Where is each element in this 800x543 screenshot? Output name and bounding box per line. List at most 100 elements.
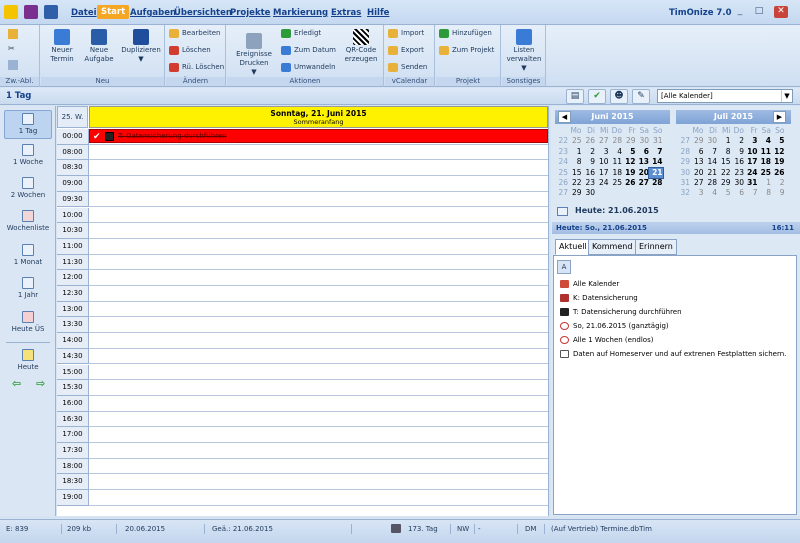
chevron-down-icon[interactable]: ▼: [781, 90, 792, 102]
calendar-day[interactable]: 9: [731, 147, 744, 157]
calendar-day[interactable]: 16: [582, 168, 595, 178]
time-slot[interactable]: [57, 239, 548, 255]
calendar-day[interactable]: 24: [744, 168, 757, 178]
time-slot[interactable]: [57, 365, 548, 381]
edit-button[interactable]: Bearbeiten: [169, 28, 220, 39]
calendar-day[interactable]: 28: [649, 178, 662, 188]
save-icon[interactable]: [24, 5, 38, 19]
event-item[interactable]: ✔ T: Datensicherung durchführen: [89, 129, 548, 143]
calendar-day[interactable]: 4: [758, 136, 771, 146]
calendar-day[interactable]: 1: [568, 147, 582, 157]
info-subtab[interactable]: A: [557, 260, 571, 274]
close-icon[interactable]: ✕: [774, 6, 788, 18]
time-slot[interactable]: [57, 333, 548, 349]
calendar-day[interactable]: 6: [731, 188, 744, 198]
calendar-day[interactable]: 30: [636, 136, 649, 146]
qrcode-button[interactable]: QR-Code erzeugen: [341, 29, 381, 64]
calendar-day[interactable]: 8: [717, 147, 731, 157]
calendar-day[interactable]: 19: [771, 157, 784, 167]
calendar-day[interactable]: 1: [717, 136, 731, 146]
calendar-day[interactable]: 3: [595, 147, 609, 157]
time-slot[interactable]: [57, 286, 548, 302]
manage-lists-button[interactable]: Listen verwalten ▼: [504, 29, 544, 73]
calendar-day[interactable]: 4: [609, 147, 622, 157]
calendar-day[interactable]: 11: [758, 147, 771, 157]
calendar-day[interactable]: 29: [568, 188, 582, 198]
calendar-day[interactable]: 17: [744, 157, 757, 167]
to-project-button[interactable]: Zum Projekt: [439, 45, 494, 56]
calendar-day[interactable]: 31: [744, 178, 757, 188]
calendar-day[interactable]: 25: [758, 168, 771, 178]
paste-icon[interactable]: [8, 29, 18, 39]
calendar-day[interactable]: 5: [622, 147, 635, 157]
time-slot[interactable]: [57, 176, 548, 192]
calendar-day[interactable]: 26: [771, 168, 784, 178]
menu-markierung[interactable]: Markierung: [273, 8, 328, 18]
calendar-day[interactable]: 5: [771, 136, 784, 146]
add-to-project-button[interactable]: Hinzufügen: [439, 28, 492, 39]
time-slot[interactable]: [57, 380, 548, 396]
print-events-button[interactable]: Ereignisse Drucken ▼: [230, 33, 278, 77]
cut-icon[interactable]: ✂: [8, 44, 18, 54]
time-slot[interactable]: [57, 317, 548, 334]
calendar-day[interactable]: 15: [568, 168, 582, 178]
time-slot[interactable]: [57, 490, 548, 506]
calendar-day[interactable]: 20: [690, 168, 704, 178]
new-appointment-button[interactable]: Neuer Termin: [44, 29, 80, 64]
nav-1-jahr[interactable]: 1 Jahr: [4, 277, 52, 300]
menu-datei[interactable]: Datei: [71, 8, 97, 18]
nav-2-wochen[interactable]: 2 Wochen: [4, 177, 52, 200]
calendar-day[interactable]: 27: [690, 178, 704, 188]
menu-aufgaben[interactable]: Aufgaben: [130, 8, 176, 18]
calendar-day[interactable]: 27: [636, 178, 649, 188]
menu-uebersichten[interactable]: Übersichten: [174, 8, 232, 18]
calendar-day[interactable]: 2: [582, 147, 595, 157]
calendar-day[interactable]: 9: [771, 188, 785, 198]
calendar-day[interactable]: 26: [582, 136, 595, 146]
calendar-day[interactable]: 23: [731, 168, 744, 178]
calendar-day[interactable]: 29: [622, 136, 636, 146]
calendar-day[interactable]: [595, 188, 609, 198]
calendar-day[interactable]: 31: [649, 136, 663, 146]
calendar-day[interactable]: 2: [731, 136, 744, 146]
calendar-day[interactable]: 7: [649, 147, 662, 157]
calendar-day[interactable]: 22: [717, 168, 731, 178]
calendar-day[interactable]: 30: [704, 136, 717, 146]
calendar-day[interactable]: 7: [744, 188, 758, 198]
calendar-day[interactable]: 28: [704, 178, 717, 188]
tab-erinnern[interactable]: Erinnern: [635, 239, 677, 255]
time-slot[interactable]: [57, 192, 548, 208]
time-slot[interactable]: [57, 302, 548, 318]
calendar-day[interactable]: 27: [595, 136, 609, 146]
calendar-day[interactable]: 20: [636, 168, 649, 178]
time-slot[interactable]: [57, 145, 548, 161]
time-slot[interactable]: [57, 474, 548, 491]
menu-extras[interactable]: Extras: [331, 8, 361, 18]
app-logo-icon[interactable]: [4, 5, 18, 19]
time-slot[interactable]: [57, 349, 548, 365]
calendar-day[interactable]: 23: [582, 178, 595, 188]
done-button[interactable]: Erledigt: [281, 28, 321, 39]
convert-button[interactable]: Umwandeln: [281, 62, 336, 73]
time-slot[interactable]: [57, 443, 548, 459]
calendar-day[interactable]: 8: [758, 188, 771, 198]
time-slot[interactable]: [57, 160, 548, 177]
export-button[interactable]: Export: [388, 45, 424, 56]
calendar-day[interactable]: 15: [717, 157, 731, 167]
time-slot[interactable]: [57, 412, 548, 428]
calendar-day[interactable]: 6: [690, 147, 704, 157]
calendar-day[interactable]: 30: [731, 178, 744, 188]
edit-view-button[interactable]: ✎: [632, 89, 650, 104]
send-button[interactable]: Senden: [388, 62, 427, 73]
nav-1-monat[interactable]: 1 Monat: [4, 244, 52, 267]
calendar-day[interactable]: 13: [690, 157, 704, 167]
calendar-day[interactable]: 14: [649, 157, 662, 167]
calendar-day[interactable]: 21: [704, 168, 717, 178]
calendar-day[interactable]: 14: [704, 157, 717, 167]
delete-button[interactable]: Löschen: [169, 45, 211, 56]
calendar-day[interactable]: 1: [758, 178, 771, 188]
time-slot[interactable]: [57, 427, 548, 443]
next-month-button[interactable]: ▶: [773, 111, 786, 123]
calendar-day[interactable]: 12: [622, 157, 635, 167]
calendar-day[interactable]: 29: [717, 178, 731, 188]
